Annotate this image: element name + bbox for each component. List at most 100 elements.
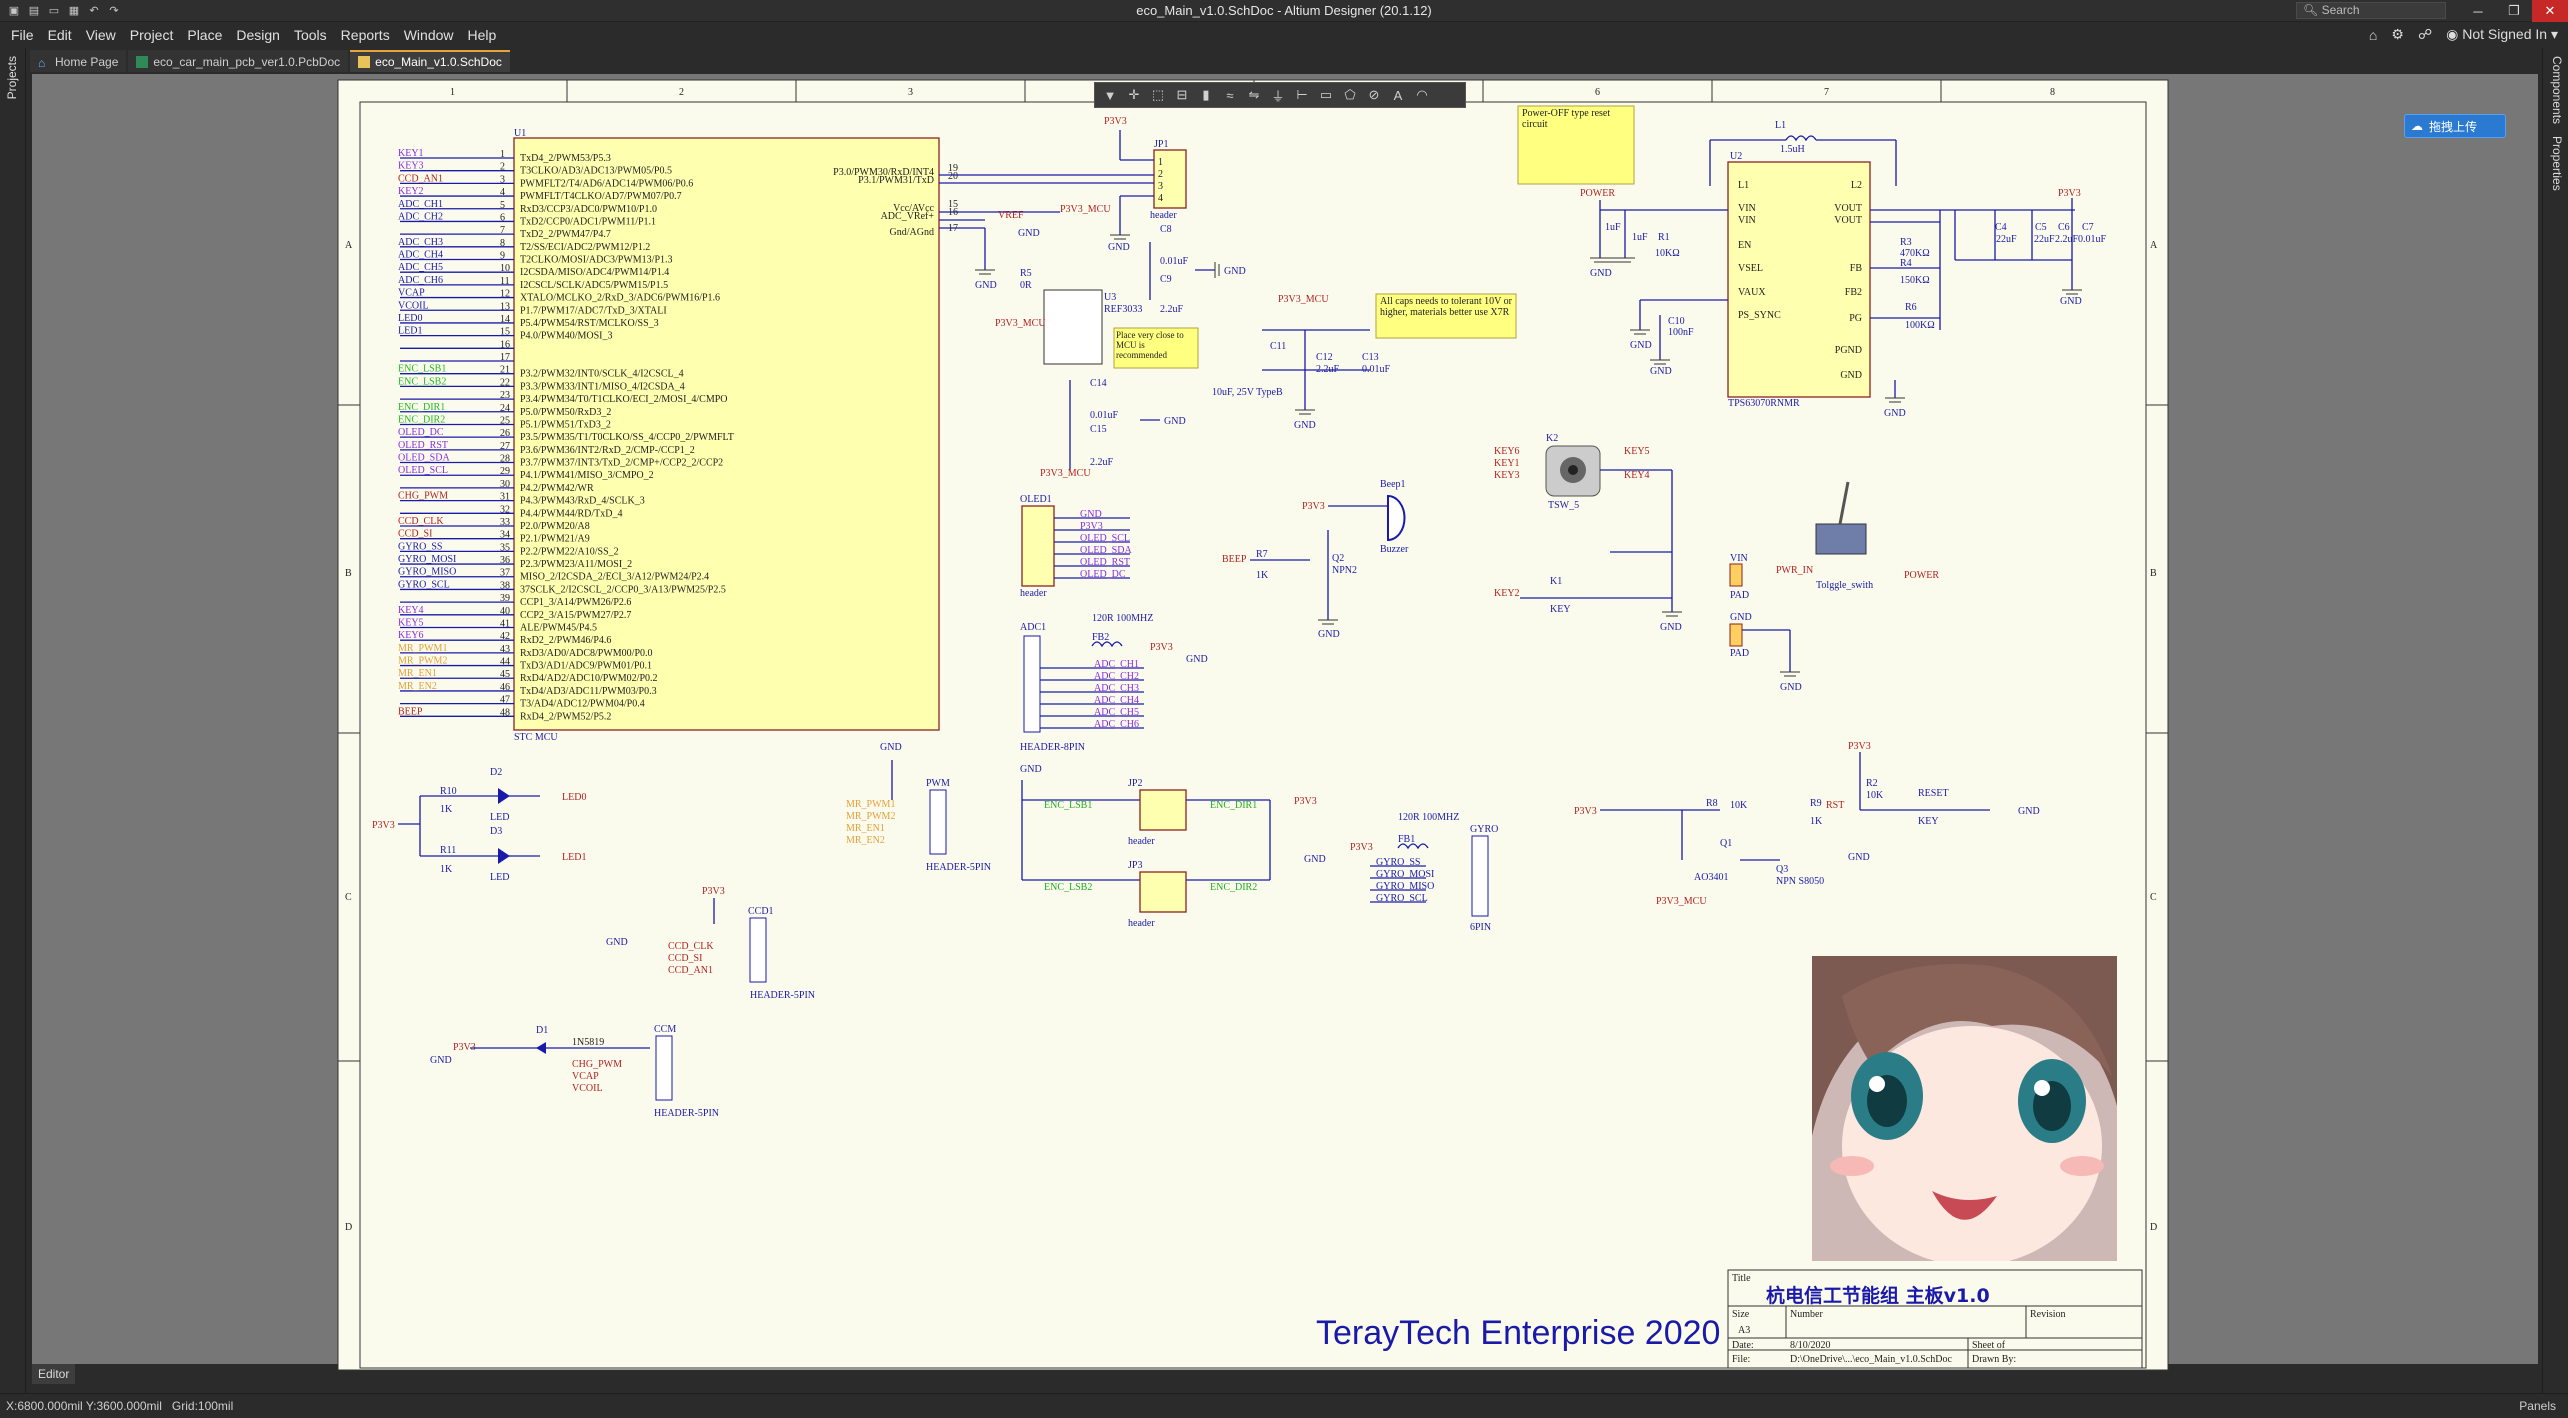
net-label: LED1 (562, 852, 586, 863)
pin-name: RxD3/CCP3/ADC0/PWM10/P1.0 (520, 204, 657, 215)
designator: R5 (1020, 268, 1032, 279)
net-label: GYRO_MOSI (1376, 869, 1434, 880)
net-label: GND (1730, 612, 1752, 623)
pin-number: 39 (500, 593, 510, 604)
net-label: ENC_DIR1 (1210, 800, 1257, 811)
component-name: PAD (1730, 590, 1749, 601)
designator: R3 (1900, 237, 1912, 248)
move-icon[interactable]: ✛ (1125, 86, 1143, 104)
designator: C11 (1270, 341, 1286, 352)
component-name: LED (490, 872, 509, 883)
pin-number: 22 (500, 377, 510, 388)
net-label: CCD_AN1 (668, 965, 713, 976)
net-label: KEY4 (398, 605, 424, 616)
net-label: BEEP (398, 706, 423, 717)
svg-text:3: 3 (1158, 181, 1163, 192)
wire-icon[interactable]: ≈ (1221, 86, 1239, 104)
pin-number: 28 (500, 454, 510, 465)
directive-icon[interactable]: ⊘ (1365, 86, 1383, 104)
pin-number: 13 (500, 301, 510, 312)
value: 1K (440, 864, 453, 875)
value: 120R 100MHZ (1398, 812, 1459, 823)
pin-name: PG (1849, 313, 1862, 324)
pin-name: RxD3/AD0/ADC8/PWM00/P0.0 (520, 648, 653, 659)
net-label: GND (1884, 408, 1906, 419)
net-label: GND (1080, 509, 1102, 520)
net-label: KEY2 (1494, 588, 1520, 599)
filter-icon[interactable]: ▼ (1101, 86, 1119, 104)
pin-name: GND (1840, 370, 1862, 381)
net-label: GND (1164, 416, 1186, 427)
designator: D3 (490, 826, 502, 837)
net-label: OLED_DC (398, 427, 444, 438)
select-icon[interactable]: ⬚ (1149, 86, 1167, 104)
sheet-symbol-icon[interactable]: ▭ (1317, 86, 1335, 104)
pin-name: VAUX (1738, 287, 1766, 298)
pin-number: 17 (500, 352, 510, 363)
schematic-drawing[interactable]: .w { stroke:#1a1aaa; stroke-width:1.3; f… (0, 0, 2568, 1418)
pin-name: P4.4/PWM44/RD/TxD_4 (520, 508, 623, 519)
pin-number: 47 (500, 695, 510, 706)
pin-name: FB2 (1845, 287, 1862, 298)
net-label: KEY2 (398, 186, 424, 197)
pin-number: 25 (500, 415, 510, 426)
net-label: MR_PWM1 (398, 643, 447, 654)
net-label: BEEP (1222, 554, 1247, 565)
drawn-by-label: Drawn By: (1972, 1354, 2016, 1365)
power-port-icon[interactable]: ⏚ (1269, 86, 1287, 104)
date-label: Date: (1732, 1340, 1754, 1351)
net-label: GYRO_MOSI (398, 554, 456, 565)
component-name: STC MCU (514, 732, 558, 743)
arc-icon[interactable]: ◠ (1413, 86, 1431, 104)
drag-upload-button[interactable]: ☁ 拖拽上传 (2404, 114, 2506, 138)
net-label: GND (1590, 268, 1612, 279)
net-label: P3V3 (1302, 501, 1325, 512)
harness-icon[interactable]: ⊢ (1293, 86, 1311, 104)
net-label: GND (1108, 242, 1130, 253)
net-label: P3V3 (1574, 806, 1597, 817)
sheet-date: 8/10/2020 (1790, 1340, 1831, 1351)
designator: CCM (654, 1024, 676, 1035)
pin-number: 30 (500, 479, 510, 490)
value: 1K (1810, 816, 1823, 827)
net-label: P3V3 (1150, 642, 1173, 653)
net-label: KEY1 (1494, 458, 1520, 469)
net-label: ADC_CH6 (1094, 719, 1139, 730)
designator: GYRO (1470, 824, 1498, 835)
panels-button[interactable]: Panels (2519, 1399, 2556, 1413)
text-icon[interactable]: A (1389, 86, 1407, 104)
pin-number: 36 (500, 555, 510, 566)
editor-tab[interactable]: Editor (32, 1364, 76, 1384)
align-icon[interactable]: ⊟ (1173, 86, 1191, 104)
net-label: GND (975, 280, 997, 291)
net-label: CHG_PWM (398, 491, 448, 502)
net-label: GND (2018, 806, 2040, 817)
value: 1uF (1605, 222, 1621, 233)
net-label: GND (880, 742, 902, 753)
net-label: P3V3 (702, 886, 725, 897)
pin-name: I2CSCL/SCLK/ADC5/PWM15/P1.5 (520, 280, 668, 291)
place-part-icon[interactable]: ▮ (1197, 86, 1215, 104)
net-label: MR_PWM1 (846, 799, 895, 810)
net-label: POWER (1580, 188, 1615, 199)
component-name: header (1150, 210, 1177, 221)
pin-number: 11 (500, 276, 510, 287)
designator: CCD1 (748, 906, 774, 917)
bus-icon[interactable]: ⇋ (1245, 86, 1263, 104)
sheet-of-label: Sheet of (1972, 1340, 2006, 1351)
pin-number: 27 (500, 441, 510, 452)
net-label: CCD_CLK (668, 941, 714, 952)
component-name: Buzzer (1380, 544, 1409, 555)
designator: Q1 (1720, 838, 1732, 849)
net-label: ADC_CH6 (398, 275, 443, 286)
net-label: LED0 (562, 792, 586, 803)
sheet-title: 杭电信工节能组 主板v1.0 (1766, 1284, 1990, 1307)
column-label: 3 (908, 87, 913, 98)
row-label: D (345, 1222, 352, 1233)
net-label: GND (1630, 340, 1652, 351)
pin-number: 34 (500, 530, 510, 541)
port-icon[interactable]: ⬠ (1341, 86, 1359, 104)
pin-name: VOUT (1834, 203, 1862, 214)
value: 0.01uF (2078, 234, 2107, 245)
component-name: NPN S8050 (1776, 876, 1824, 887)
